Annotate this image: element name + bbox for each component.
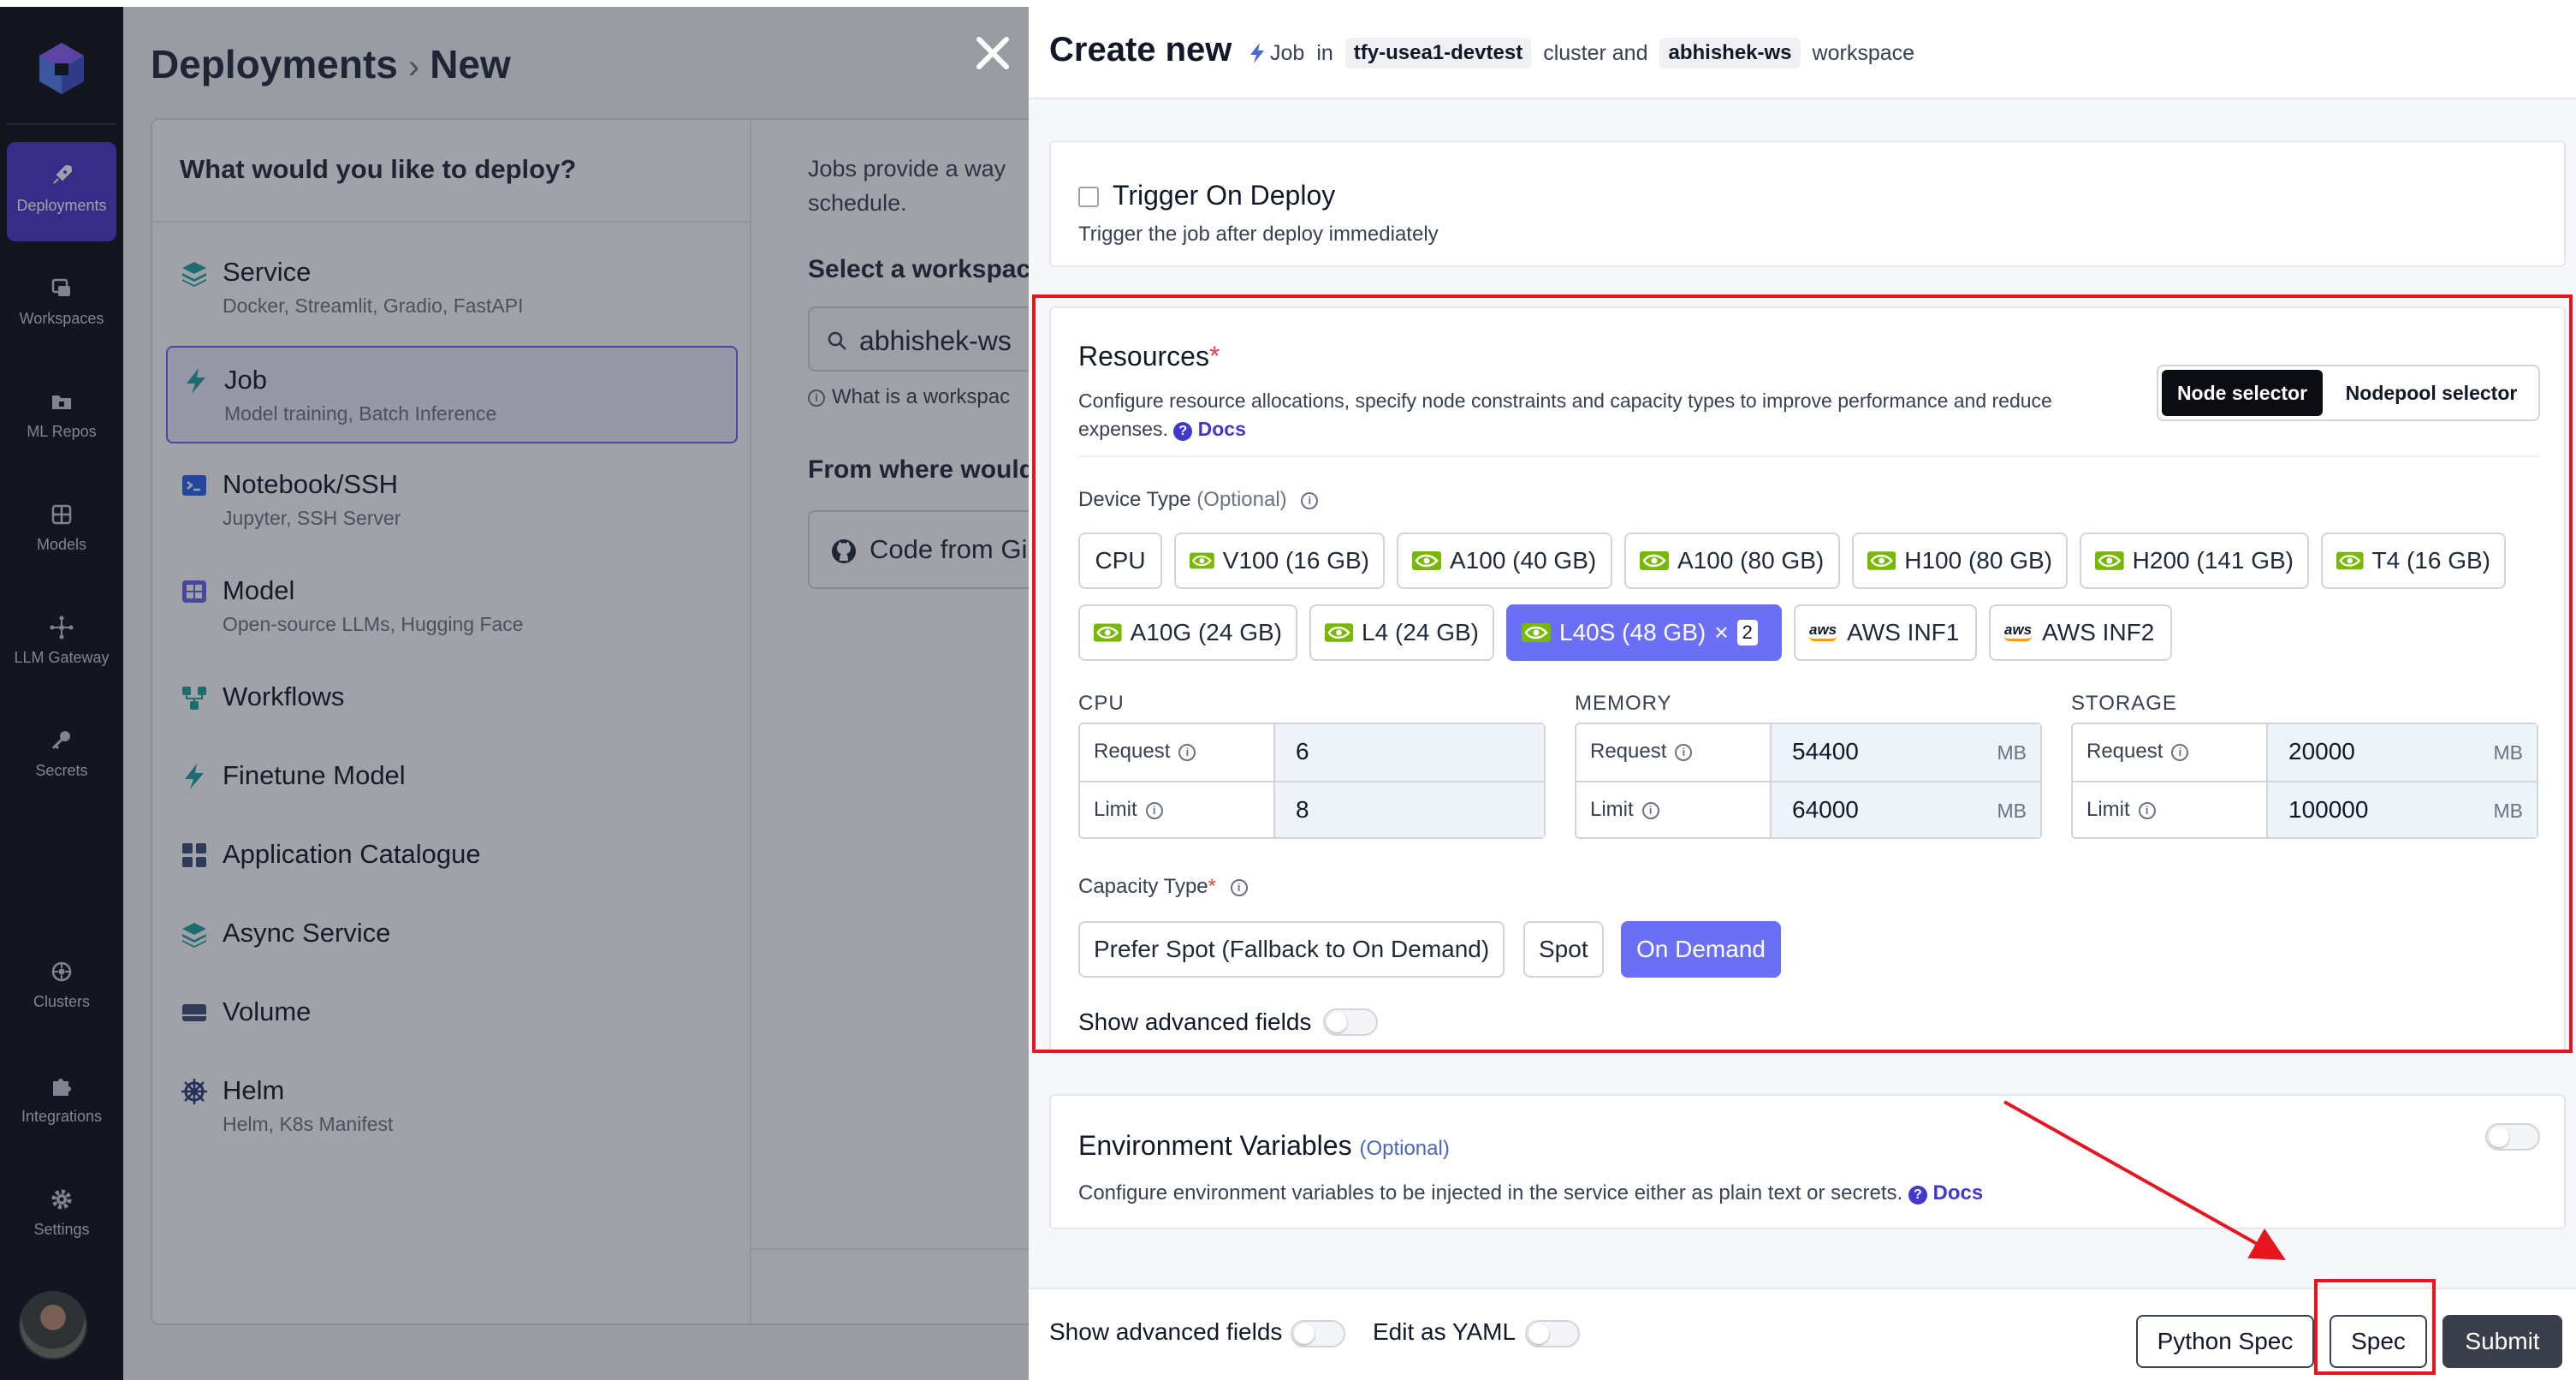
resources-highlight-box <box>1032 294 2573 1053</box>
lightning-icon <box>1250 43 1264 63</box>
trigger-on-deploy-card: Trigger On Deploy Trigger the job after … <box>1049 140 2566 267</box>
submit-button[interactable]: Submit <box>2442 1315 2562 1368</box>
env-title-text: Environment Variables <box>1078 1130 1352 1161</box>
env-title: Environment Variables (Optional) <box>1078 1130 1450 1162</box>
trigger-title: Trigger On Deploy <box>1113 180 1336 211</box>
spec-highlight-box <box>2314 1279 2436 1375</box>
drawer-context: Job in tfy-usea1-devtest cluster and abh… <box>1248 38 1914 68</box>
drawer-title: Create new <box>1049 31 1232 68</box>
in-text: in <box>1316 40 1333 65</box>
footer-show-advanced-label: Show advanced fields <box>1049 1318 1283 1345</box>
job-kind-label: Job <box>1270 40 1305 65</box>
python-spec-button[interactable]: Python Spec <box>2136 1315 2314 1368</box>
edit-as-yaml-label: Edit as YAML <box>1373 1318 1517 1345</box>
workspace-text: workspace <box>1812 40 1915 65</box>
cluster-chip: tfy-usea1-devtest <box>1344 38 1532 68</box>
workspace-chip: abhishek-ws <box>1659 38 1801 68</box>
modal-backdrop[interactable] <box>0 7 1029 1380</box>
job-kind: Job <box>1248 41 1304 66</box>
env-docs-link[interactable]: Docs <box>1933 1181 1984 1205</box>
environment-variables-card: Environment Variables (Optional) Configu… <box>1049 1094 2566 1229</box>
trigger-subtitle: Trigger the job after deploy immediately <box>1078 223 1439 246</box>
drawer-header: Create new Job in tfy-usea1-devtest clus… <box>1029 7 2576 99</box>
env-variables-toggle[interactable] <box>2485 1123 2540 1151</box>
cluster-text: cluster and <box>1543 40 1648 65</box>
trigger-on-deploy-checkbox[interactable] <box>1078 187 1099 207</box>
edit-as-yaml-toggle[interactable] <box>1525 1320 1580 1347</box>
env-description: Configure environment variables to be in… <box>1078 1181 1983 1205</box>
optional-text: (Optional) <box>1359 1137 1450 1160</box>
env-description-text: Configure environment variables to be in… <box>1078 1181 1903 1205</box>
help-icon: ? <box>1908 1186 1927 1205</box>
footer-show-advanced-toggle[interactable] <box>1291 1320 1345 1347</box>
close-icon[interactable] <box>972 33 1013 74</box>
